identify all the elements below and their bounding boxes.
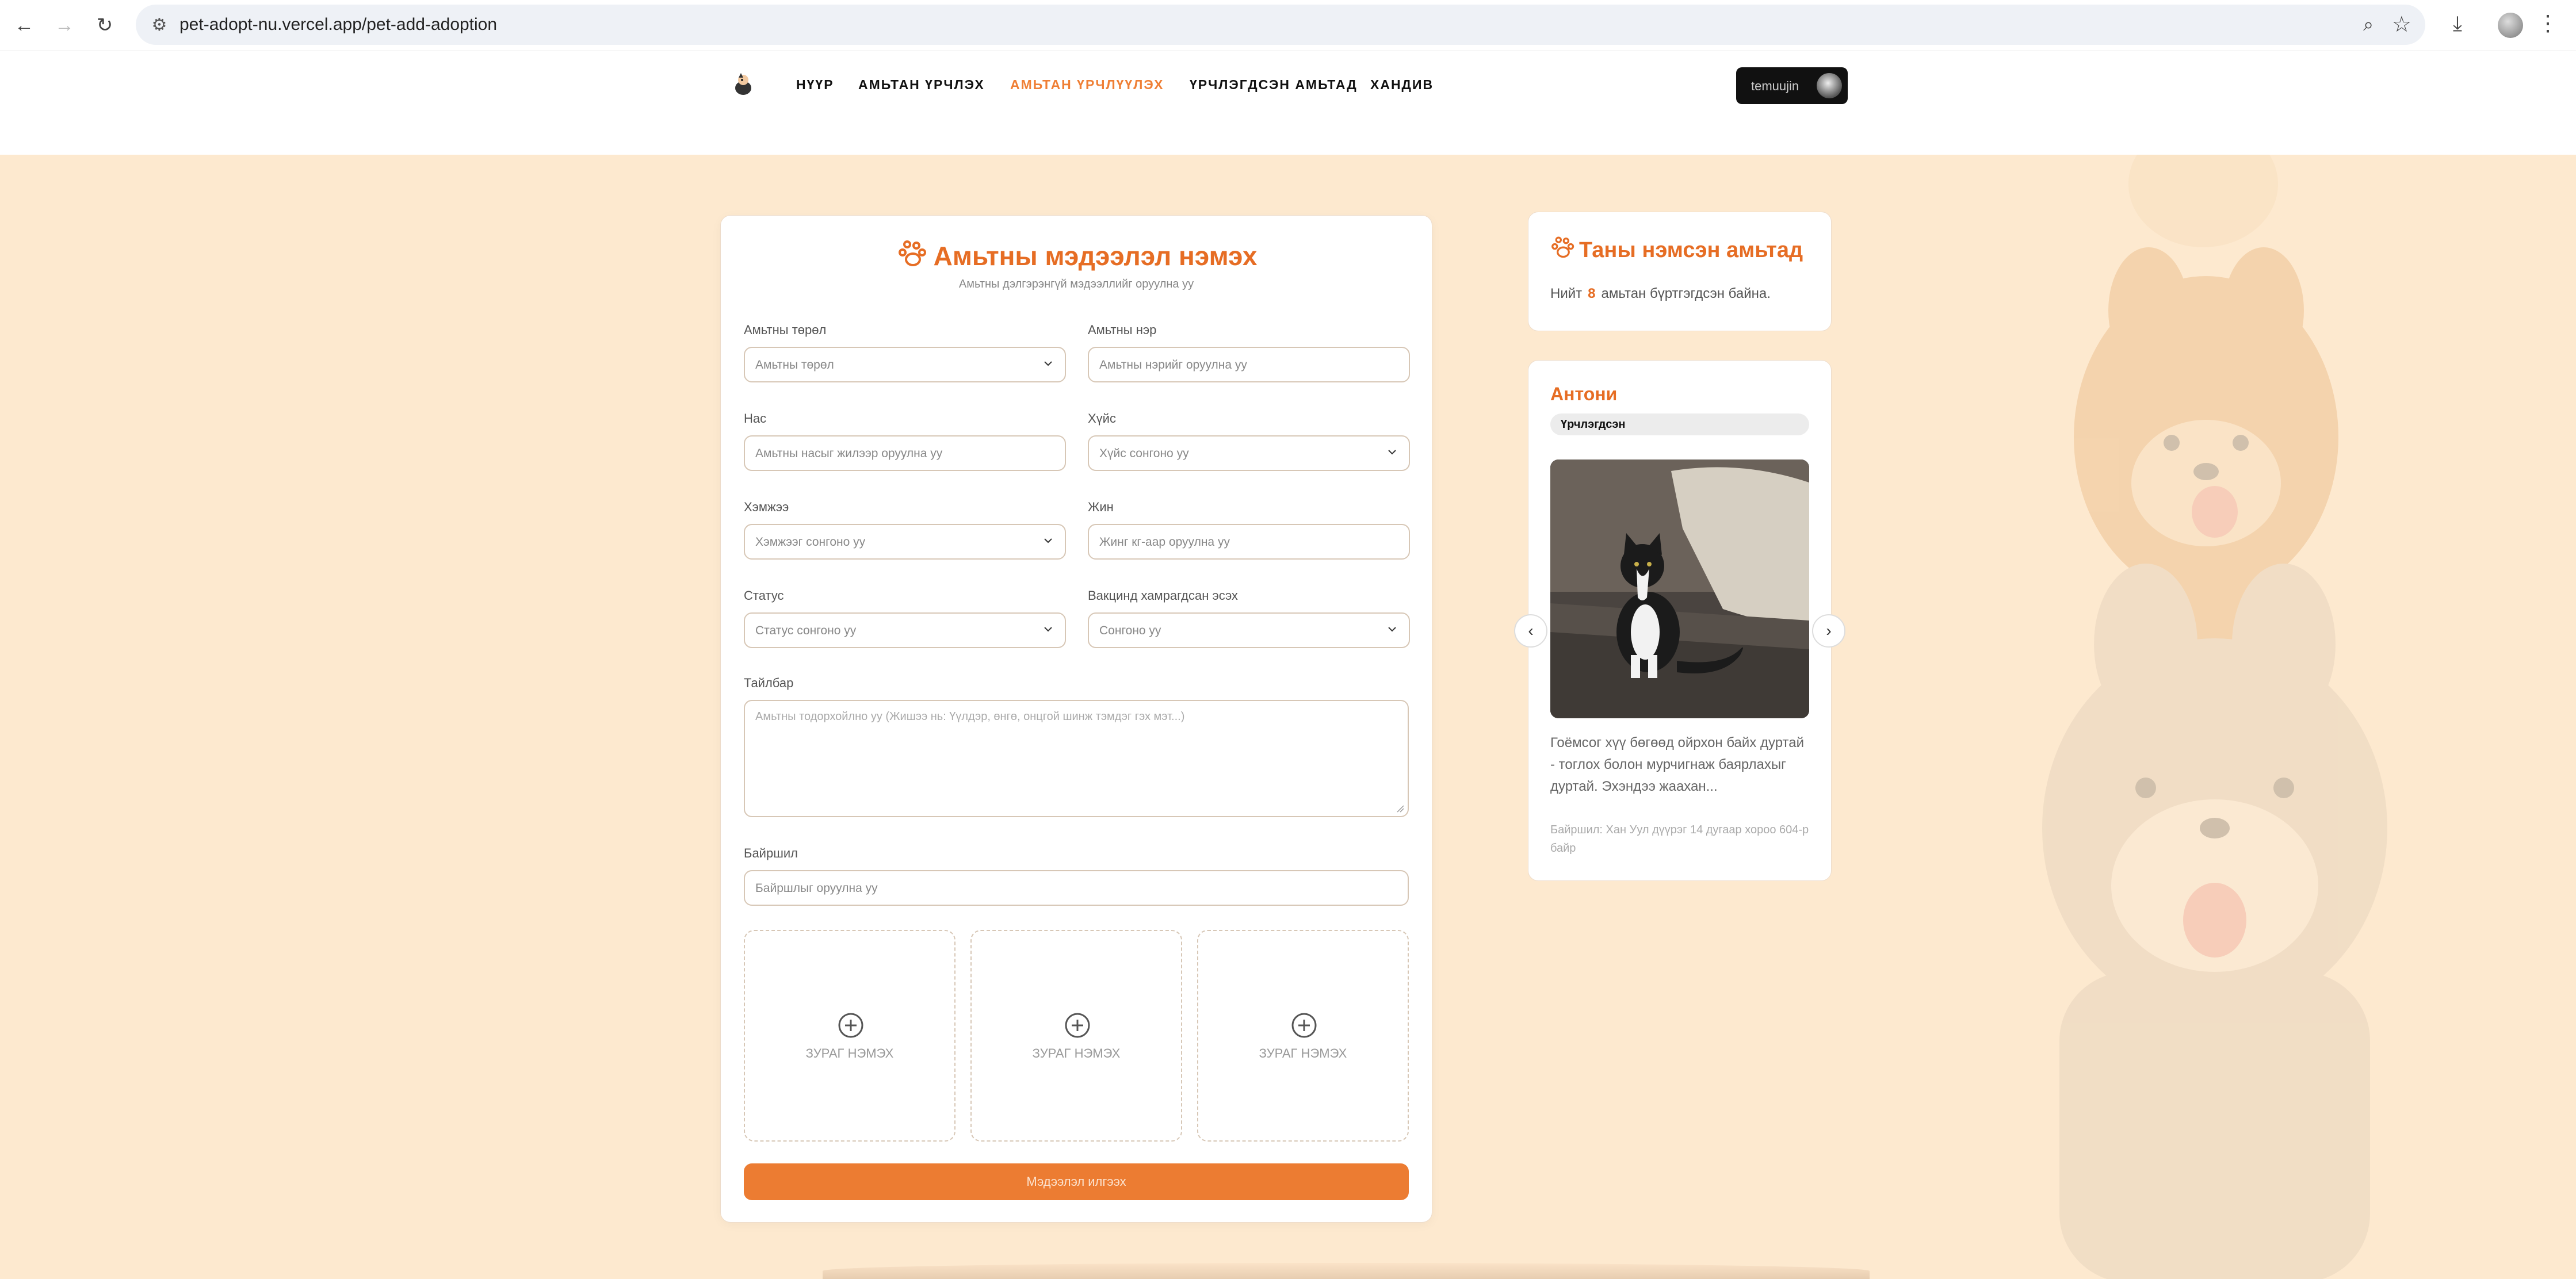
form-title-text: Амьтны мэдээлэл нэмэх xyxy=(933,241,1258,271)
chevron-left-icon: ‹ xyxy=(1528,622,1534,640)
pet-description: Гоёмсог хүү бөгөөд ойрхон байх дуртай - … xyxy=(1550,735,1804,794)
logo-icon[interactable] xyxy=(731,71,758,98)
weight-placeholder: Жинг кг-аар оруулна уу xyxy=(1099,535,1230,549)
count-suffix: амьтан бүртгэгдсэн байна. xyxy=(1601,286,1771,301)
status-badge: Үрчлэгдсэн xyxy=(1550,413,1809,435)
size-label: Хэмжээ xyxy=(744,500,789,514)
background-dogs-illustration xyxy=(2042,138,2387,1279)
forward-icon[interactable]: → xyxy=(51,12,78,39)
download-icon[interactable]: ⤓ xyxy=(2453,12,2462,36)
submit-button[interactable]: Мэдээлэл илгээх xyxy=(744,1163,1409,1200)
chevron-right-icon: › xyxy=(1826,622,1832,640)
browser-menu-icon[interactable]: ⋮ xyxy=(2537,10,2559,36)
footer-edge xyxy=(823,1263,1870,1279)
my-pets-summary-card: Таны нэмсэн амьтад Нийт 8 амьтан бүртгэгдс… xyxy=(1528,212,1832,331)
name-label: Амьтны нэр xyxy=(1088,323,1157,337)
vaccine-value: Сонгоно уу xyxy=(1099,624,1161,637)
pet-card[interactable]: Антони Үрчлэгдсэн Гоёмсог хүү бөгөөд ойр… xyxy=(1528,360,1832,881)
plus-circle-icon xyxy=(838,1013,863,1038)
upload-label: ЗУРАГ НЭМЭХ xyxy=(1032,1046,1121,1060)
description-placeholder: Амьтны тодорхойлно уу (Жишээ нь: Үүлдэр,… xyxy=(755,710,1185,723)
url-text[interactable]: pet-adopt-nu.vercel.app/pet-add-adoption xyxy=(179,15,497,35)
pet-name-placeholder: Амьтны нэрийг оруулна уу xyxy=(1099,358,1247,372)
age-label: Нас xyxy=(744,411,767,426)
upload-label: ЗУРАГ НЭМЭХ xyxy=(805,1046,894,1060)
location-placeholder: Байршлыг оруулна уу xyxy=(755,882,878,895)
carousel-prev-button[interactable]: ‹ xyxy=(1514,614,1547,648)
paw-icon xyxy=(1551,236,1574,258)
gender-value: Хүйс сонгоно уу xyxy=(1099,447,1189,460)
pet-age-placeholder: Амьтны насыг жилээр оруулна уу xyxy=(755,447,943,460)
photo-upload-2[interactable]: ЗУРАГ НЭМЭХ xyxy=(970,930,1182,1142)
location-label: Байршил xyxy=(744,846,798,860)
plus-circle-icon xyxy=(1065,1013,1090,1038)
user-name: temuujin xyxy=(1751,79,1799,93)
chevron-down-icon xyxy=(1044,538,1052,543)
status-label: Статус xyxy=(744,588,784,603)
carousel-next-button[interactable]: › xyxy=(1812,614,1845,648)
pet-count-line: Нийт 8 амьтан бүртгэгдсэн байна. xyxy=(1550,286,1771,302)
my-pets-title-text: Таны нэмсэн амьтад xyxy=(1579,238,1803,262)
type-label: Амьтны төрөл xyxy=(744,323,827,337)
header-wave-divider xyxy=(0,129,2576,151)
pet-count: 8 xyxy=(1588,286,1596,301)
gender-label: Хүйс xyxy=(1088,411,1116,426)
chevron-down-icon xyxy=(1388,627,1396,632)
my-pets-title: Таны нэмсэн амьтад xyxy=(1549,235,1803,263)
reload-icon[interactable]: ↻ xyxy=(91,12,119,39)
vaccine-select[interactable]: Сонгоно уу xyxy=(1088,612,1410,648)
nav-adopted-pets[interactable]: ҮРЧЛЭГДСЭН АМЬТАД xyxy=(1190,77,1358,93)
site-info-icon[interactable]: ⚙ xyxy=(147,13,171,37)
description-label: Тайлбар xyxy=(744,676,794,690)
upload-label: ЗУРАГ НЭМЭХ xyxy=(1259,1046,1347,1060)
pet-name-input[interactable]: Амьтны нэрийг оруулна уу xyxy=(1088,347,1410,382)
pet-age-input[interactable]: Амьтны насыг жилээр оруулна уу xyxy=(744,435,1066,471)
plus-circle-icon xyxy=(1291,1013,1317,1038)
nav-home[interactable]: НҮҮР xyxy=(796,77,834,93)
user-menu-button[interactable]: temuujin xyxy=(1736,67,1848,104)
weight-label: Жин xyxy=(1088,500,1114,514)
zoom-icon[interactable]: ⌕ xyxy=(2363,14,2374,36)
pet-name: Антони xyxy=(1550,384,1618,404)
resize-handle-icon[interactable] xyxy=(1396,805,1404,813)
status-select[interactable]: Статус сонгоно уу xyxy=(744,612,1066,648)
paw-icon xyxy=(898,240,926,266)
photo-upload-1[interactable]: ЗУРАГ НЭМЭХ xyxy=(744,930,956,1142)
profile-avatar[interactable] xyxy=(2498,13,2523,38)
chevron-down-icon xyxy=(1044,361,1052,366)
pet-type-select[interactable]: Амьтны төрөл xyxy=(744,347,1066,382)
form-title: Амьтны мэдээлэл нэмэх xyxy=(721,239,1432,271)
nav-adopt[interactable]: АМЬТАН ҮРЧЛЭХ xyxy=(858,77,985,93)
photo-upload-3[interactable]: ЗУРАГ НЭМЭХ xyxy=(1197,930,1409,1142)
pet-location: Байршил: Хан Уул дүүрэг 14 дугаар хороо … xyxy=(1550,824,1809,855)
status-value: Статус сонгоно уу xyxy=(755,624,857,637)
weight-input[interactable]: Жинг кг-аар оруулна уу xyxy=(1088,524,1410,560)
size-select[interactable]: Хэмжээг сонгоно уу xyxy=(744,524,1066,560)
vaccine-label: Вакцинд хамрагдсан эсэх xyxy=(1088,588,1238,603)
status-badge-text: Үрчлэгдсэн xyxy=(1561,418,1626,431)
pet-type-value: Амьтны төрөл xyxy=(755,358,834,372)
gender-select[interactable]: Хүйс сонгоно уу xyxy=(1088,435,1410,471)
form-subtitle: Амьтны дэлгэрэнгүй мэдээллийг оруулна уу xyxy=(958,278,1194,290)
nav-donate[interactable]: ХАНДИВ xyxy=(1370,77,1434,93)
chevron-down-icon xyxy=(1044,627,1052,632)
address-bar[interactable]: ⚙ pet-adopt-nu.vercel.app/pet-add-adopti… xyxy=(136,5,2425,45)
browser-toolbar: ← → ↻ ⚙ pet-adopt-nu.vercel.app/pet-add-… xyxy=(0,0,2576,51)
chevron-down-icon xyxy=(1388,450,1396,455)
back-icon[interactable]: ← xyxy=(10,12,38,39)
pet-photo xyxy=(1550,459,1809,718)
location-input[interactable]: Байршлыг оруулна уу xyxy=(744,870,1409,906)
size-value: Хэмжээг сонгоно уу xyxy=(755,535,866,549)
nav-rehome[interactable]: АМЬТАН ҮРЧЛҮҮЛЭХ xyxy=(1010,77,1164,93)
user-avatar xyxy=(1817,73,1842,98)
description-textarea[interactable]: Амьтны тодорхойлно уу (Жишээ нь: Үүлдэр,… xyxy=(744,700,1409,817)
add-pet-form: Амьтны мэдээлэл нэмэх Амьтны дэлгэрэнгүй… xyxy=(720,215,1432,1223)
bookmark-star-icon[interactable]: ☆ xyxy=(2392,12,2411,37)
count-prefix: Нийт xyxy=(1550,286,1583,301)
